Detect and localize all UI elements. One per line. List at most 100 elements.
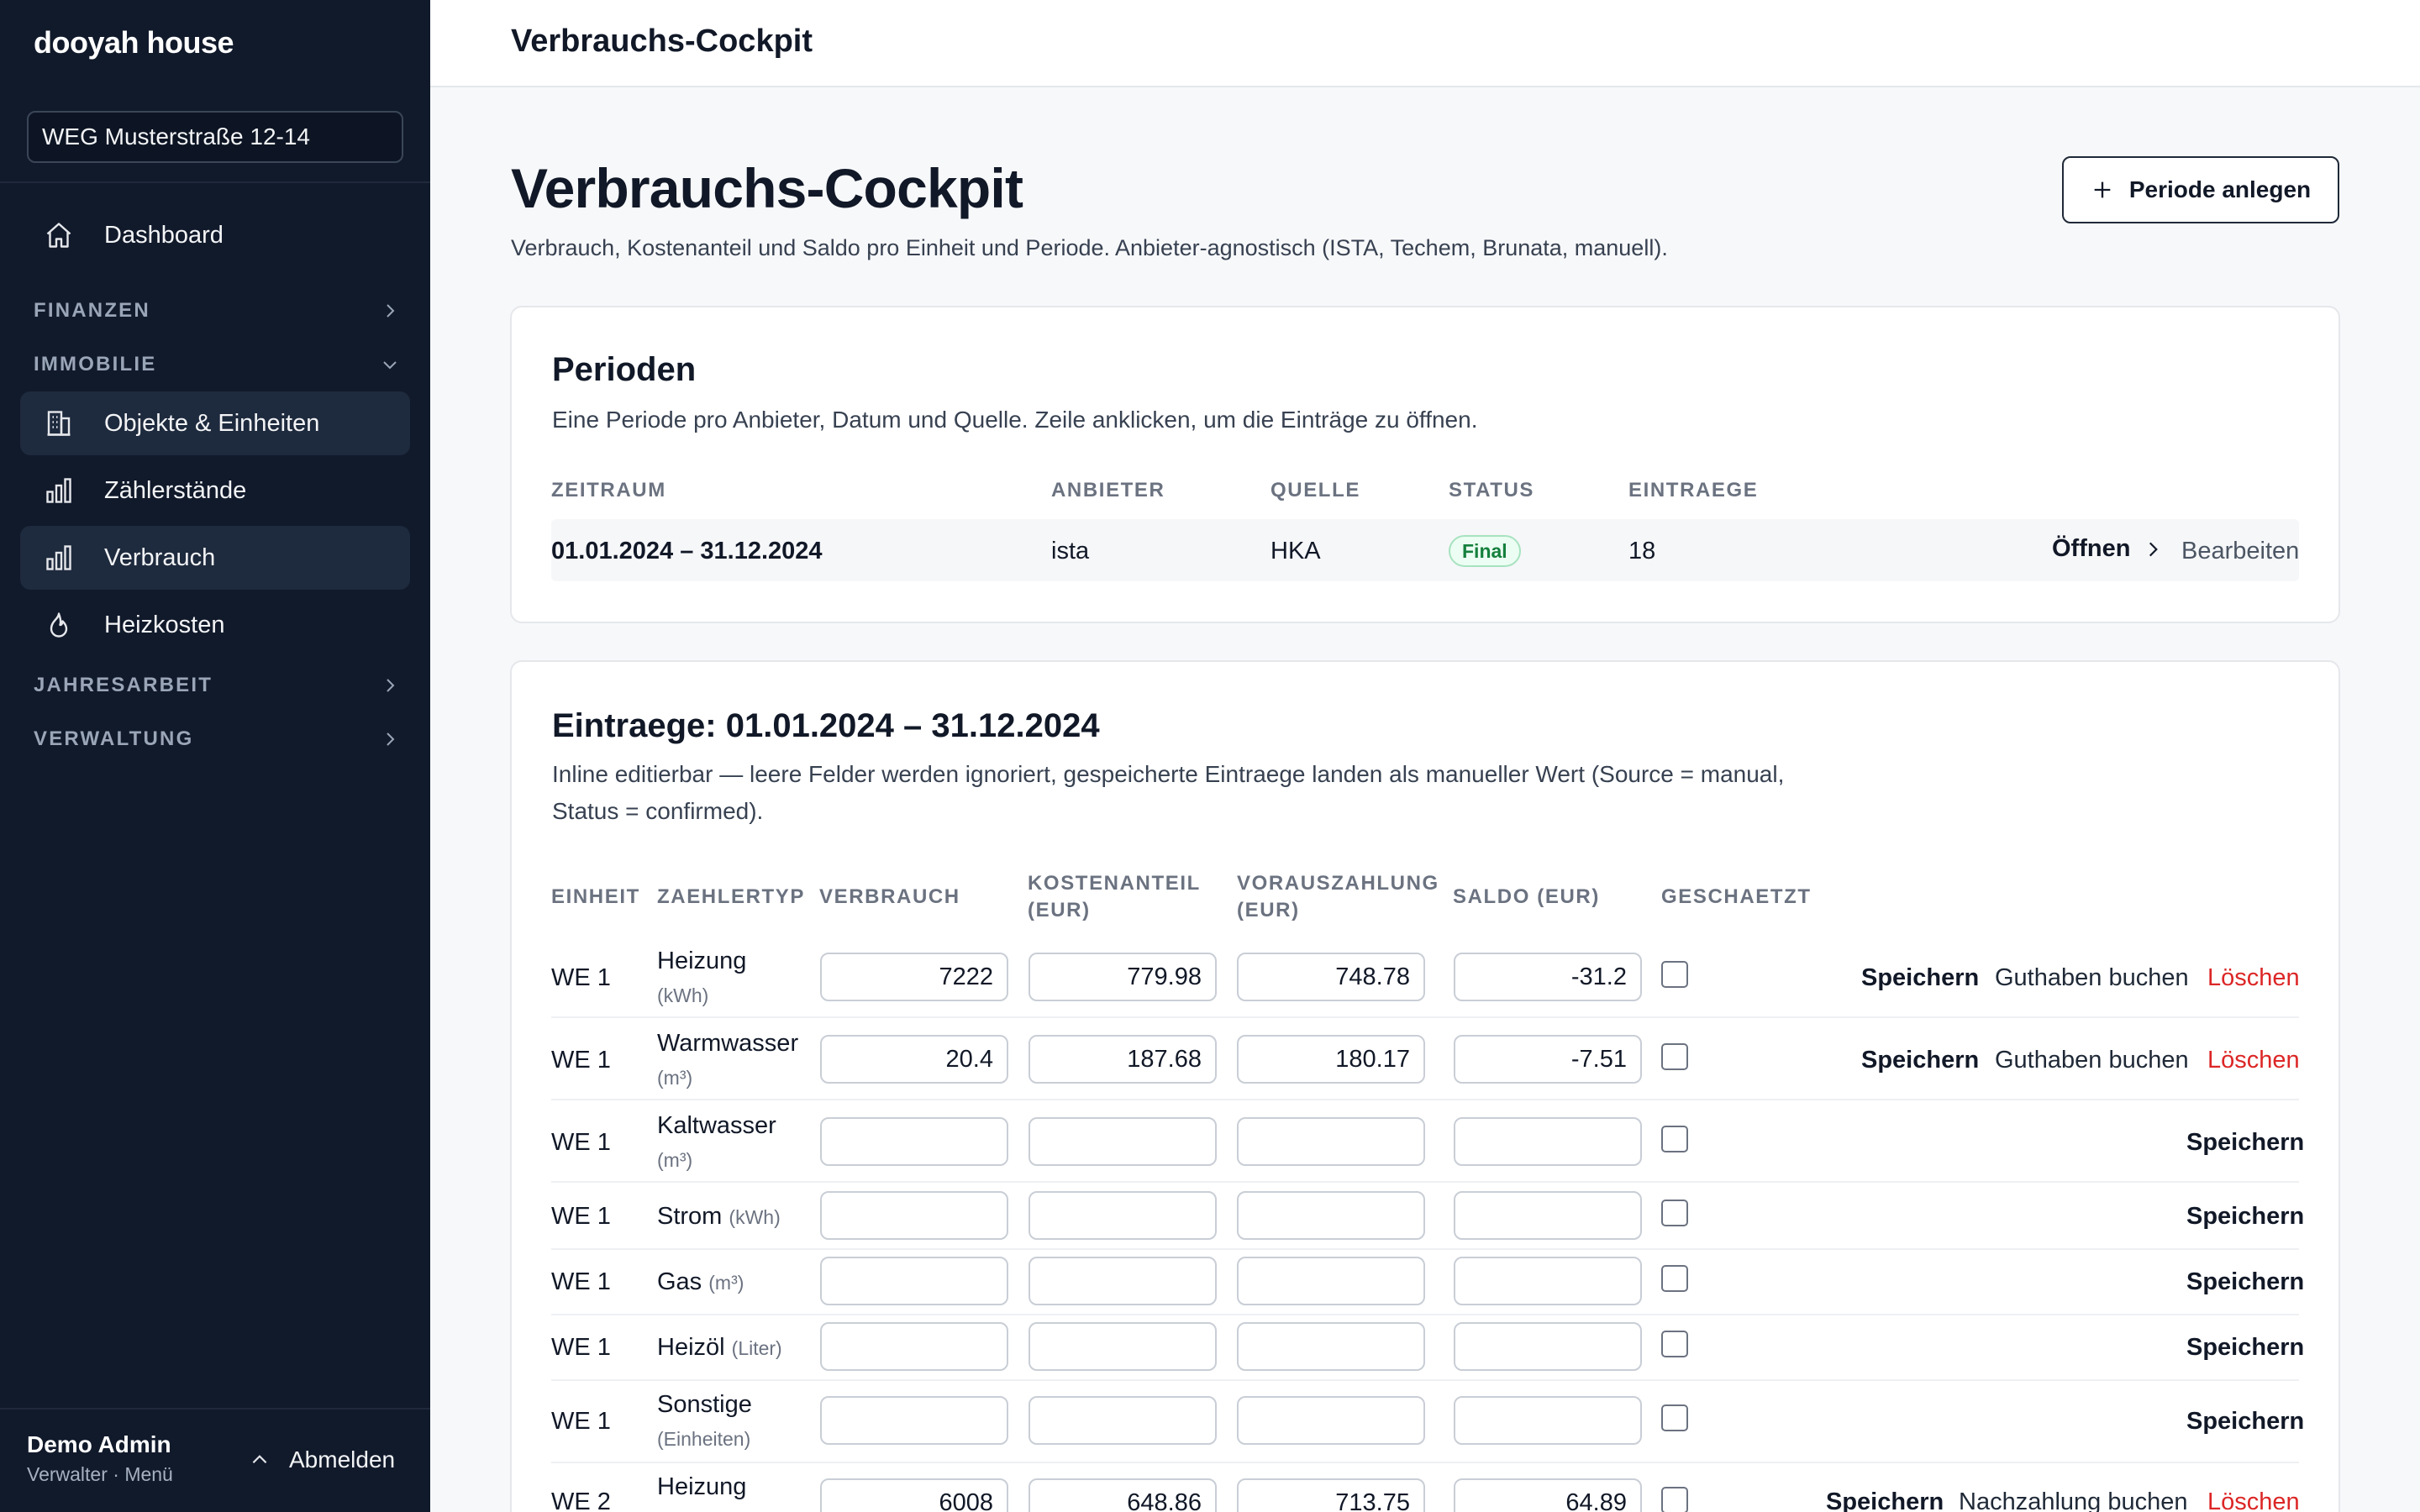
entry-unit: WE 1: [551, 1129, 611, 1156]
verbrauch-input[interactable]: [820, 1396, 1008, 1445]
kostenanteil-input[interactable]: [1028, 1257, 1217, 1305]
row-divider: [551, 1248, 2299, 1250]
saldo-input[interactable]: [1454, 1322, 1642, 1371]
sidebar-item-heizkosten[interactable]: Heizkosten: [20, 593, 410, 657]
geschaetzt-checkbox[interactable]: [1661, 1265, 1688, 1292]
kostenanteil-input[interactable]: [1028, 1117, 1217, 1166]
type-unit: (kWh): [729, 1206, 781, 1228]
chevron-right-icon: [387, 732, 395, 746]
verbrauch-input[interactable]: [820, 1035, 1008, 1084]
vorauszahlung-input[interactable]: [1237, 953, 1425, 1001]
verbrauch-input[interactable]: [820, 953, 1008, 1001]
row-divider: [551, 1379, 2299, 1381]
save-button[interactable]: Speichern: [1861, 964, 1979, 992]
geschaetzt-checkbox[interactable]: [1661, 961, 1688, 988]
section-label: IMMOBILIE: [34, 353, 157, 375]
saldo-input[interactable]: [1454, 1257, 1642, 1305]
saldo-input[interactable]: [1454, 953, 1642, 1001]
verbrauch-input[interactable]: [820, 1257, 1008, 1305]
credit-button[interactable]: Guthaben buchen: [1995, 1047, 2189, 1074]
geschaetzt-checkbox[interactable]: [1661, 1200, 1688, 1226]
kostenanteil-input[interactable]: [1028, 953, 1217, 1001]
sidebar-item-dashboard[interactable]: Dashboard: [20, 203, 410, 267]
verbrauch-input[interactable]: [820, 1117, 1008, 1166]
logout-button[interactable]: Abmelden: [249, 1446, 395, 1473]
chevron-down-icon: [383, 361, 397, 370]
vorauszahlung-input[interactable]: [1237, 1117, 1425, 1166]
geschaetzt-checkbox[interactable]: [1661, 1404, 1688, 1431]
entries-subtitle-line: Status = confirmed).: [552, 798, 764, 824]
geschaetzt-checkbox[interactable]: [1661, 1331, 1688, 1357]
logout-label: Abmelden: [289, 1446, 396, 1473]
geschaetzt-checkbox[interactable]: [1661, 1043, 1688, 1070]
section-jahresarbeit[interactable]: JAHRESARBEIT: [34, 669, 400, 702]
save-button[interactable]: Speichern: [2186, 1408, 2304, 1436]
geschaetzt-checkbox[interactable]: [1661, 1487, 1688, 1512]
kostenanteil-input[interactable]: [1028, 1035, 1217, 1084]
col-einheit: EINHEIT: [551, 885, 640, 908]
type-label: Heizung: [657, 1473, 747, 1500]
credit-button[interactable]: Guthaben buchen: [1995, 964, 2189, 992]
saldo-input[interactable]: [1454, 1191, 1642, 1240]
geschaetzt-checkbox[interactable]: [1661, 1126, 1688, 1152]
sidebar-item-label: Objekte & Einheiten: [104, 409, 320, 437]
vorauszahlung-input[interactable]: [1237, 1396, 1425, 1445]
col-label: VORAUSZAHLUNG: [1237, 872, 1439, 895]
save-button[interactable]: Speichern: [2186, 1203, 2304, 1231]
vorauszahlung-input[interactable]: [1237, 1035, 1425, 1084]
entries-subtitle: Inline editierbar — leere Felder werden …: [552, 756, 1784, 830]
save-button[interactable]: Speichern: [2186, 1268, 2304, 1296]
add-period-button[interactable]: Periode anlegen: [2062, 156, 2339, 223]
entries-subtitle-line: Inline editierbar — leere Felder werden …: [552, 761, 1785, 787]
saldo-input[interactable]: [1454, 1396, 1642, 1445]
vorauszahlung-input[interactable]: [1237, 1191, 1425, 1240]
periods-title: Perioden: [552, 351, 697, 388]
kostenanteil-input[interactable]: [1028, 1396, 1217, 1445]
sidebar-item-verbrauch[interactable]: Verbrauch: [20, 526, 410, 590]
topbar-title: Verbrauchs-Cockpit: [511, 24, 813, 59]
save-button[interactable]: Speichern: [2186, 1129, 2304, 1157]
section-verwaltung[interactable]: VERWALTUNG: [34, 722, 400, 756]
open-period-link[interactable]: Öffnen: [2052, 535, 2164, 563]
delete-button[interactable]: Löschen: [2207, 964, 2300, 992]
saldo-input[interactable]: [1454, 1035, 1642, 1084]
type-label: Sonstige: [657, 1391, 752, 1418]
payment-button[interactable]: Nachzahlung buchen: [1959, 1488, 2187, 1512]
kostenanteil-input[interactable]: [1028, 1322, 1217, 1371]
entry-type: Heizung (kWh): [657, 944, 746, 1012]
saldo-input[interactable]: [1454, 1478, 1642, 1512]
entry-unit: WE 1: [551, 964, 611, 991]
period-zeitraum: 01.01.2024 – 31.12.2024: [551, 538, 823, 564]
sidebar-item-label: Zählerstände: [104, 476, 247, 504]
col-zeitraum: ZEITRAUM: [551, 479, 666, 501]
bar-chart-icon: [42, 474, 76, 507]
sidebar-item-objekte[interactable]: Objekte & Einheiten: [20, 391, 410, 455]
user-role: Verwalter · Menü: [27, 1463, 173, 1485]
sidebar-item-zaehler[interactable]: Zählerstände: [20, 459, 410, 522]
edit-period-link[interactable]: Bearbeiten: [2181, 538, 2299, 565]
section-finanzen[interactable]: FINANZEN: [34, 294, 400, 328]
saldo-input[interactable]: [1454, 1117, 1642, 1166]
chevron-up-icon: [252, 1455, 267, 1464]
verbrauch-input[interactable]: [820, 1191, 1008, 1240]
vorauszahlung-input[interactable]: [1237, 1257, 1425, 1305]
kostenanteil-input[interactable]: [1028, 1191, 1217, 1240]
delete-button[interactable]: Löschen: [2207, 1047, 2300, 1074]
page-subtitle: Verbrauch, Kostenanteil und Saldo pro Ei…: [511, 235, 1668, 260]
org-selector[interactable]: WEG Musterstraße 12-14: [27, 111, 403, 163]
brand-logo[interactable]: dooyah house: [34, 25, 234, 60]
entry-type: Heizöl (Liter): [657, 1331, 782, 1365]
vorauszahlung-input[interactable]: [1237, 1322, 1425, 1371]
section-immobilie[interactable]: IMMOBILIE: [34, 348, 400, 381]
save-button[interactable]: Speichern: [1861, 1047, 1979, 1074]
vorauszahlung-input[interactable]: [1237, 1478, 1425, 1512]
delete-button[interactable]: Löschen: [2207, 1488, 2300, 1512]
save-button[interactable]: Speichern: [1826, 1488, 1944, 1512]
sidebar: dooyah house WEG Musterstraße 12-14 Dash…: [0, 0, 430, 1512]
verbrauch-input[interactable]: [820, 1478, 1008, 1512]
verbrauch-input[interactable]: [820, 1322, 1008, 1371]
kostenanteil-input[interactable]: [1028, 1478, 1217, 1512]
col-status: STATUS: [1449, 479, 1535, 501]
save-button[interactable]: Speichern: [2186, 1334, 2304, 1362]
sidebar-item-label: Dashboard: [104, 221, 224, 249]
